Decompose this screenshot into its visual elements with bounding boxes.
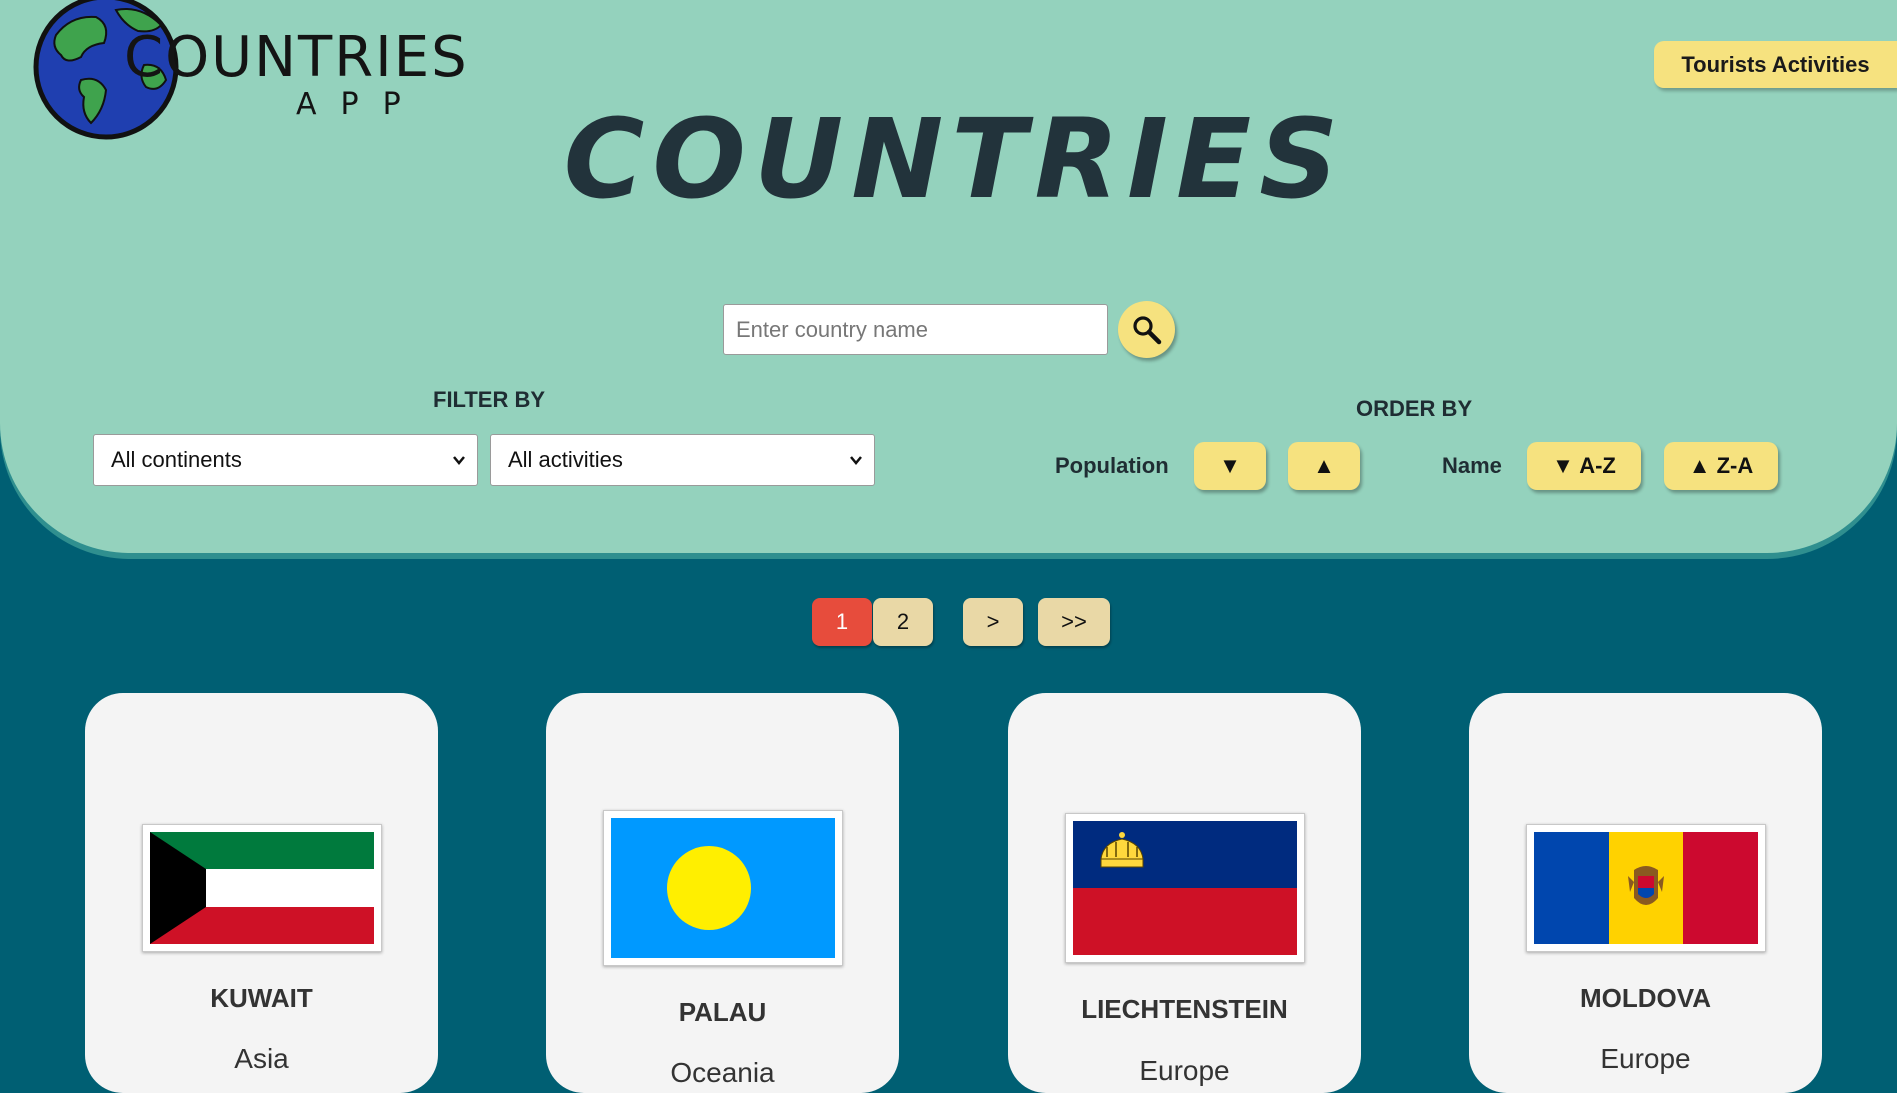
name-label: Name xyxy=(1442,453,1502,478)
population-desc-button[interactable]: ▼ xyxy=(1194,442,1266,490)
palau-flag xyxy=(603,810,843,966)
country-name: KUWAIT xyxy=(210,983,313,1013)
search-button[interactable] xyxy=(1118,301,1175,358)
logo-wordmark: COUNTRIES xyxy=(124,25,469,90)
country-continent: Asia xyxy=(234,1043,289,1074)
search-icon xyxy=(1132,315,1161,344)
country-continent: Europe xyxy=(1600,1043,1691,1074)
continent-select-value: All continents xyxy=(111,447,242,472)
activity-select[interactable]: All activities xyxy=(490,434,875,486)
moldova-flag xyxy=(1526,824,1766,952)
country-continent: Oceania xyxy=(670,1057,775,1088)
continent-select[interactable]: All continents xyxy=(93,434,478,486)
chevron-down-icon xyxy=(850,456,862,465)
chevron-down-icon xyxy=(453,456,465,465)
country-continent: Europe xyxy=(1139,1055,1230,1086)
country-name: MOLDOVA xyxy=(1580,983,1711,1013)
next-page-button[interactable]: > xyxy=(963,598,1023,646)
order-by-label: ORDER BY xyxy=(1356,396,1473,421)
liechtenstein-flag xyxy=(1065,813,1305,963)
name-az-button[interactable]: ▼ A-Z xyxy=(1527,442,1641,490)
country-card[interactable]: KUWAIT Asia xyxy=(85,693,438,1093)
activity-select-value: All activities xyxy=(508,447,623,472)
filter-by-label: FILTER BY xyxy=(433,387,546,412)
header-panel: COUNTRIES APP COUNTRIES Tourists Activit… xyxy=(0,0,1897,553)
country-card[interactable]: MOLDOVA Europe xyxy=(1469,693,1822,1093)
last-page-button[interactable]: >> xyxy=(1038,598,1110,646)
population-label: Population xyxy=(1055,453,1169,478)
country-card[interactable]: LIECHTENSTEIN Europe xyxy=(1008,693,1361,1093)
page-button-1[interactable]: 1 xyxy=(812,598,872,646)
page-button-2[interactable]: 2 xyxy=(873,598,933,646)
tourists-activities-button[interactable]: Tourists Activities xyxy=(1654,41,1897,88)
name-za-button[interactable]: ▲ Z-A xyxy=(1664,442,1778,490)
kuwait-flag xyxy=(142,824,382,952)
search-input[interactable] xyxy=(723,304,1108,355)
country-name: PALAU xyxy=(678,997,767,1027)
population-asc-button[interactable]: ▲ xyxy=(1288,442,1360,490)
page-title: COUNTRIES xyxy=(563,95,1347,223)
country-name: LIECHTENSTEIN xyxy=(1081,994,1288,1024)
country-card[interactable]: PALAU Oceania xyxy=(546,693,899,1093)
